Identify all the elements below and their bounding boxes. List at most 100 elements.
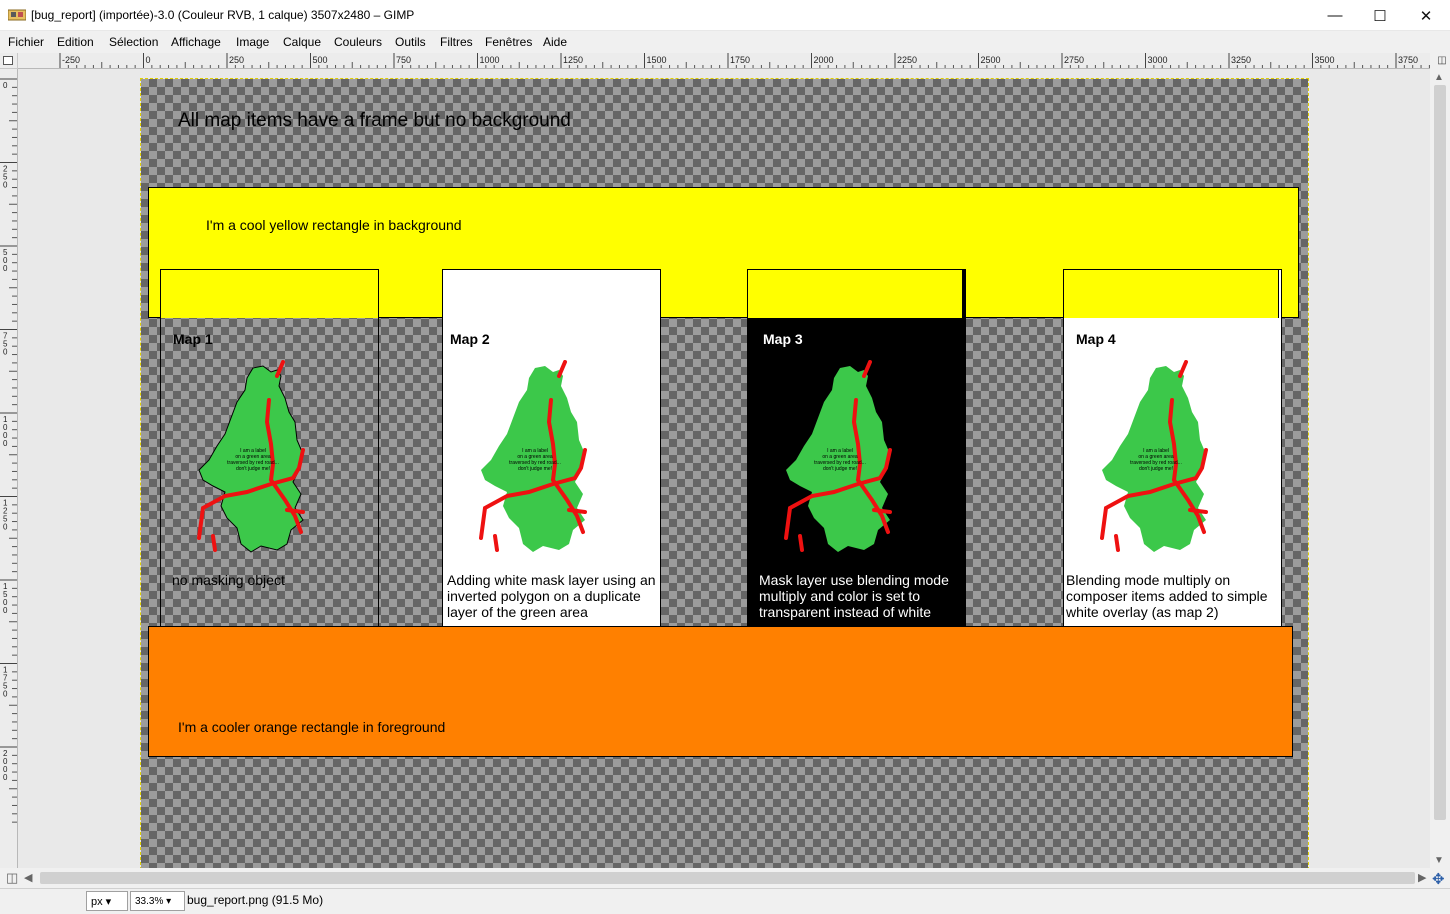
window-title: [bug_report] (importée)-3.0 (Couleur RVB… [31,8,415,22]
map-3-title: Map 3 [763,331,803,347]
menu-calque[interactable]: Calque [283,35,321,49]
orange-rectangle-label: I'm a cooler orange rectangle in foregro… [178,719,446,735]
ruler-label: 0 [3,773,8,782]
menu-aide[interactable]: Aide [543,35,567,49]
red-road [1114,534,1120,552]
menu-edition[interactable]: Edition [57,35,94,49]
ruler-label: 1500 [647,55,667,65]
menu-couleurs[interactable]: Couleurs [334,35,382,49]
scroll-left-arrow-icon[interactable]: ◀ [24,871,32,884]
map-2-description: Adding white mask layer using an inverte… [447,572,656,620]
unit-dropdown[interactable]: px ▾ [86,891,128,911]
canvas-area[interactable]: All map items have a frame but no backgr… [18,69,1430,868]
vertical-ruler[interactable]: 025050075010001250150017502000 [0,69,18,868]
menu-fenetres[interactable]: Fenêtres [485,35,532,49]
ruler-label: 2250 [897,55,917,65]
menu-image[interactable]: Image [236,35,269,49]
map-3-yellow-overlap [747,269,963,318]
map-3-frame: Map 3 I am a label on a green area travers… [747,269,966,627]
ruler-corner[interactable] [0,53,18,69]
island-label-line: don't judge me! [823,466,857,472]
ruler-label: -250 [62,55,80,65]
map-1-island: I am a labelon a green areatraversed by … [197,360,305,553]
ruler-label: 0 [3,264,8,273]
map-2-frame: Map 2 I am a label on a green area travers… [442,269,661,627]
status-file-info: bug_report.png (91.5 Mo) [187,893,324,907]
menu-bar: Fichier Edition Sélection Affichage Imag… [0,31,1450,53]
ruler-label: 3250 [1231,55,1251,65]
quick-mask-icon[interactable] [3,56,13,65]
ruler-label: 0 [3,348,8,357]
orange-rectangle [148,626,1293,757]
map-2-title: Map 2 [450,331,490,347]
map-3-island: I am a labelon a green areatraversed by … [784,360,892,552]
island-label-line: don't judge me! [518,466,552,472]
island-label-line: don't judge me! [1139,466,1173,472]
minimize-button[interactable]: — [1312,0,1358,31]
ruler-label: 0 [3,181,8,190]
ruler-label: 1750 [730,55,750,65]
map-1-title: Map 1 [173,331,213,347]
navigate-prev-icon[interactable]: ◫ [6,870,18,886]
map-1-yellow-overlap [160,269,379,318]
gimp-app-icon [8,9,26,21]
zoom-value: 33.3% [135,896,164,907]
ruler-label: 3000 [1148,55,1168,65]
ruler-label: 0 [146,55,151,65]
map-3-description: Mask layer use blending mode multiply an… [759,572,949,620]
zoom-on-resize-icon[interactable]: ◫ [1434,53,1450,69]
ruler-label: 0 [3,81,8,90]
yellow-rectangle-label: I'm a cool yellow rectangle in backgroun… [206,217,462,233]
scroll-down-arrow-icon[interactable]: ▼ [1434,855,1444,866]
ruler-label: 2750 [1064,55,1084,65]
image-canvas[interactable]: All map items have a frame but no backgr… [140,78,1309,868]
title-bar: [bug_report] (importée)-3.0 (Couleur RVB… [0,0,1450,31]
unit-value: px [91,896,103,908]
map-4-frame: Map 4 I am a label on a green area travers… [1063,269,1282,627]
ruler-label: 3750 [1398,55,1418,65]
ruler-label: 2500 [981,55,1001,65]
close-button[interactable]: ✕ [1403,0,1449,31]
map-4-yellow-overlap [1063,269,1279,318]
menu-fichier[interactable]: Fichier [8,35,44,49]
map-4-island: I am a labelon a green areatraversed by … [1100,360,1208,552]
ruler-label: 1000 [480,55,500,65]
red-road [1188,508,1208,514]
ruler-label: 0 [3,523,8,532]
menu-outils[interactable]: Outils [395,35,426,49]
ruler-label: 0 [3,606,8,615]
map-1-frame: Map 1 I am a label on a green area travers… [160,269,379,627]
map-4-description: Blending mode multiply on composer items… [1066,572,1268,620]
scroll-up-arrow-icon[interactable]: ▲ [1434,72,1444,83]
ruler-label: 0 [3,439,8,448]
ruler-label: 2000 [814,55,834,65]
map-4-title: Map 4 [1076,331,1116,347]
island-label-line: don't judge me! [236,466,270,472]
ruler-label: 0 [3,690,8,699]
ruler-label: 250 [229,55,244,65]
red-road [567,508,587,514]
red-road [872,508,892,514]
vertical-ruler-ticks: 025050075010001250150017502000 [0,78,17,823]
navigate-image-icon[interactable]: ✥ [1432,870,1445,888]
ruler-label: 3500 [1315,55,1335,65]
horizontal-ruler[interactable]: -250 0 250 500 750 1000 1250 1500 1750 2000 2250 25… [18,53,1430,69]
horizontal-ruler-ticks: -250 0 250 500 750 1000 1250 1500 1750 2000 2250 25… [59,53,1430,68]
vertical-scroll-thumb[interactable] [1434,85,1446,820]
red-road [211,534,217,552]
menu-filtres[interactable]: Filtres [440,35,473,49]
canvas-heading: All map items have a frame but no backgr… [178,110,571,131]
zoom-dropdown[interactable]: 33.3% ▾ [130,891,185,911]
map-2-island: I am a labelon a green areatraversed by … [479,360,587,552]
horizontal-scroll-thumb[interactable] [40,872,1415,884]
red-road [285,508,305,514]
maximize-button[interactable]: ☐ [1357,0,1403,31]
scroll-right-arrow-icon[interactable]: ▶ [1418,871,1426,884]
ruler-label: 500 [313,55,328,65]
map-1-description: no masking object [172,572,285,588]
ruler-label: 750 [396,55,411,65]
red-road [493,534,499,552]
menu-selection[interactable]: Sélection [109,35,158,49]
menu-affichage[interactable]: Affichage [171,35,221,49]
ruler-label: 1250 [563,55,583,65]
